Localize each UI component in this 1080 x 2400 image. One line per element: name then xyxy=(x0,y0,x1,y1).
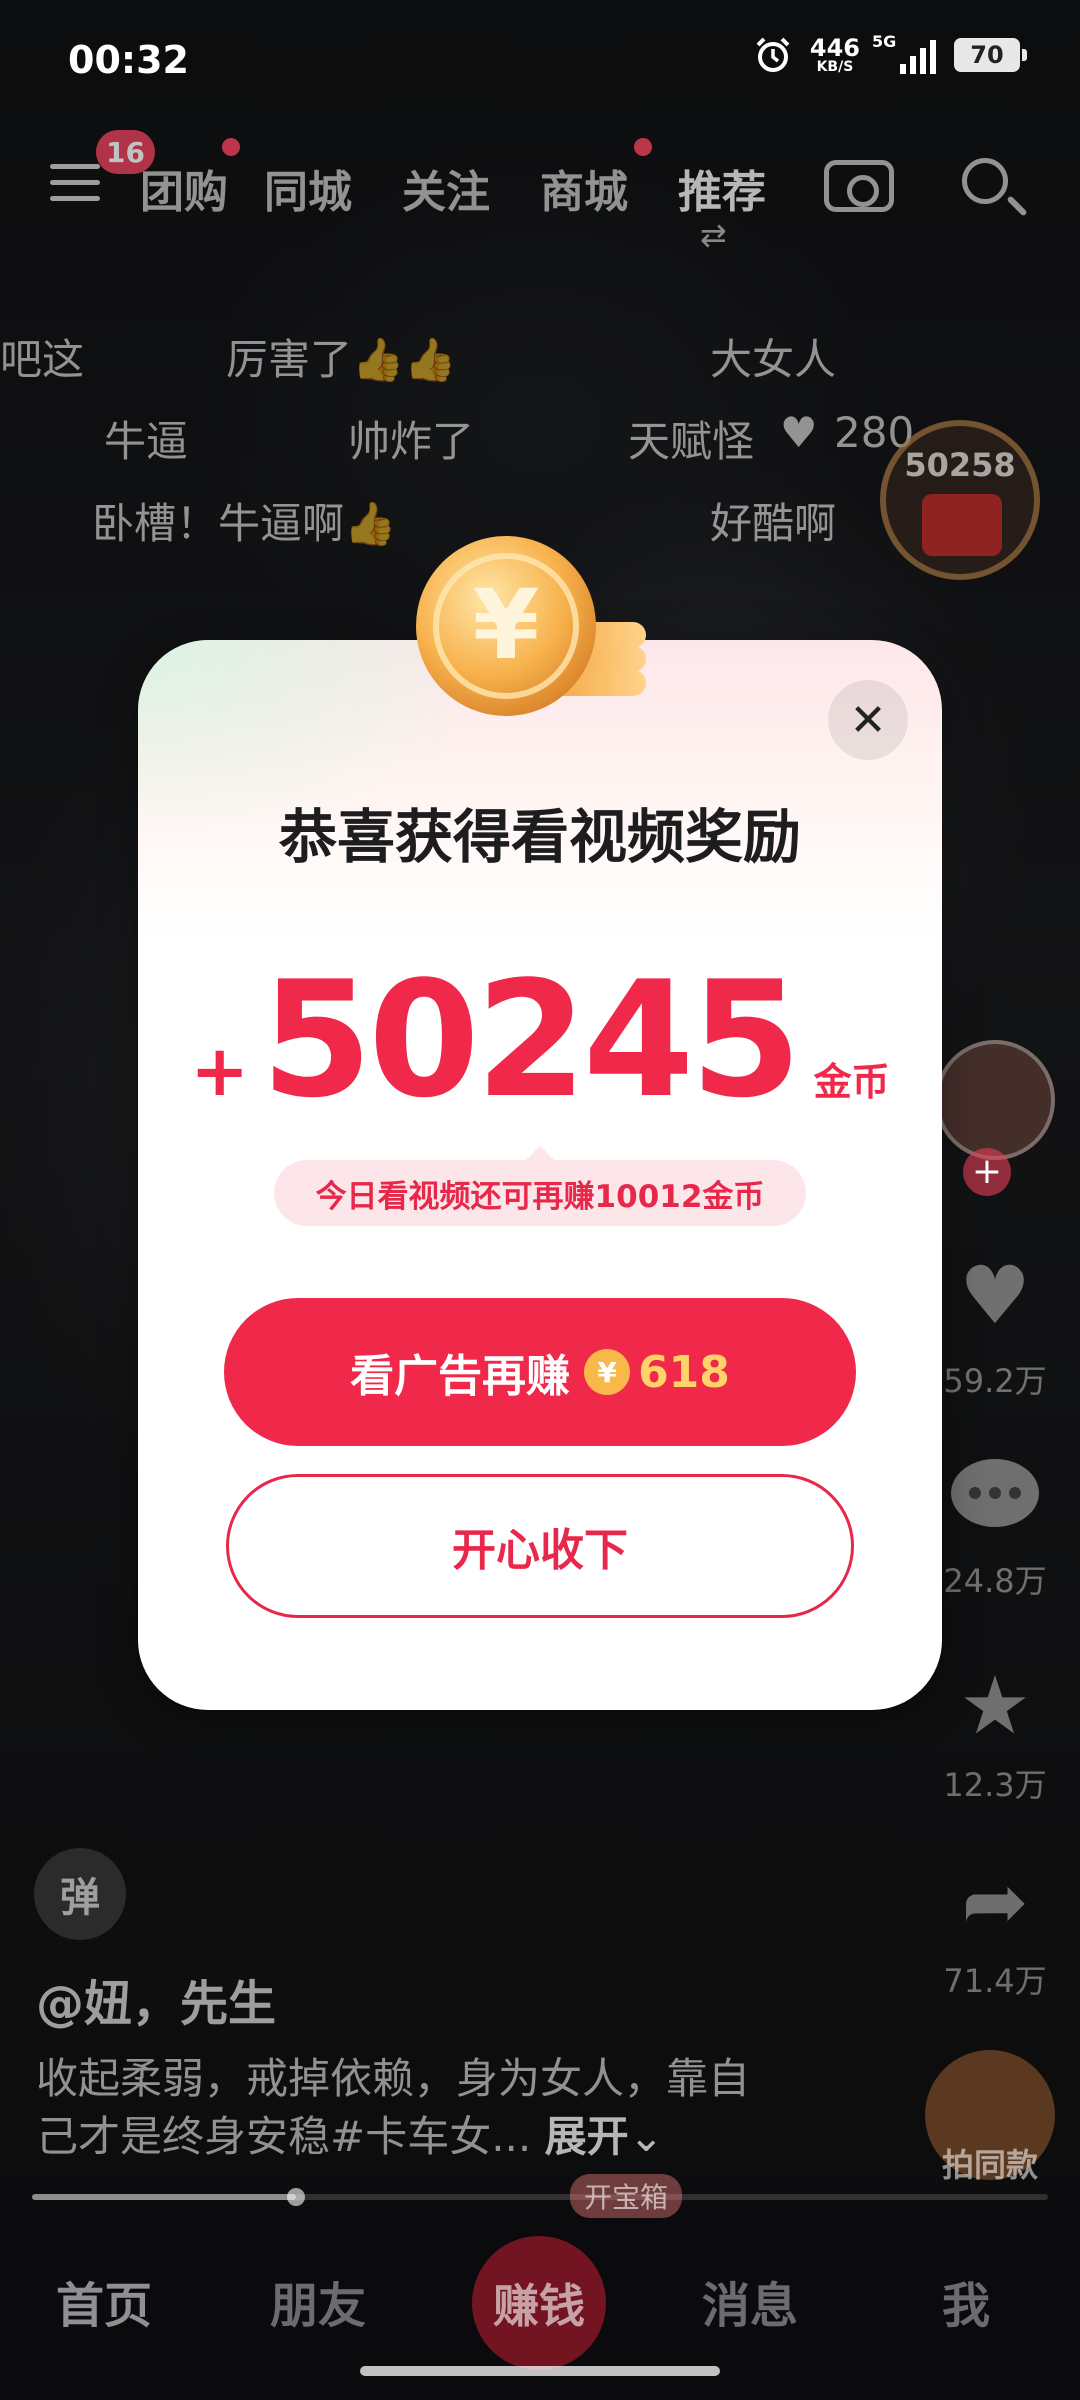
search-icon[interactable] xyxy=(962,158,1008,204)
danmaku-comment: 天赋怪 xyxy=(628,417,755,466)
coin-icon: ¥ xyxy=(584,1349,631,1395)
svg-text:¥: ¥ xyxy=(473,569,540,681)
danmaku-comment: 吧这 xyxy=(0,335,85,384)
dialog-title: 恭喜获得看视频奖励 xyxy=(278,803,801,871)
tab-me[interactable]: 我 xyxy=(942,2266,990,2336)
video-progress-bar[interactable] xyxy=(32,2188,1048,2206)
danmaku-comment: 大女人 xyxy=(710,335,837,384)
author-avatar[interactable] xyxy=(935,1040,1055,1160)
tab-mall[interactable]: 商城 xyxy=(540,156,628,220)
watch-ad-bonus: 618 xyxy=(638,1346,730,1398)
close-button[interactable]: ✕ xyxy=(828,680,908,760)
video-caption: 收起柔弱，戒掉依赖，身为女人，靠自己才是终身安稳#卡车女... 展开⌄ xyxy=(36,2050,776,2166)
tab-local[interactable]: 同城 xyxy=(264,156,352,220)
like-count: 59.2万 xyxy=(943,1362,1047,1400)
danmaku-comment: 厉害了👍👍 xyxy=(226,335,457,384)
menu-icon[interactable] xyxy=(50,164,100,204)
gold-coin-icon: ¥ xyxy=(416,536,646,716)
danmaku-comment: 好酷啊 xyxy=(710,499,837,548)
reward-coin-count: 50258 xyxy=(904,446,1016,484)
top-nav: 16 团购 同城 关注 商城 推荐 ⇄ xyxy=(0,130,1080,254)
network-speed: 446 KB/S xyxy=(810,36,860,74)
daily-tip: 今日看视频还可再赚10012金币 xyxy=(274,1146,806,1226)
chevron-down-icon: ⌄ xyxy=(628,2112,664,2161)
signal-icon: 5G xyxy=(872,32,936,74)
tab-following[interactable]: 关注 xyxy=(402,156,490,220)
network-speed-unit: KB/S xyxy=(816,59,854,75)
danmaku-heart-icon: ♥ xyxy=(780,408,818,457)
signal-label: 5G xyxy=(872,32,897,51)
watch-ad-label: 看广告再赚 xyxy=(350,1351,571,1402)
home-indicator xyxy=(360,2366,720,2376)
close-icon: ✕ xyxy=(849,694,887,746)
reward-amount: + 50245 金币 xyxy=(138,960,942,1120)
alarm-icon xyxy=(756,37,790,72)
watch-ad-button[interactable]: 看广告再赚 ¥ 618 xyxy=(224,1298,856,1446)
tab-group-buy-dot xyxy=(222,138,240,156)
accept-button[interactable]: 开心收下 xyxy=(226,1474,854,1618)
tab-home[interactable]: 首页 xyxy=(56,2266,152,2336)
treasure-tag: 开宝箱 xyxy=(570,2174,683,2218)
danmaku-comment: 帅炸了 xyxy=(348,417,475,466)
earn-button[interactable]: 赚钱 xyxy=(472,2236,606,2370)
battery-indicator: 70 xyxy=(954,38,1027,72)
share-icon[interactable]: ➦ xyxy=(940,1855,1050,1948)
video-progress-fill xyxy=(32,2194,297,2200)
tab-friends[interactable]: 朋友 xyxy=(270,2266,366,2336)
swap-icon: ⇄ xyxy=(700,216,727,254)
reward-coin-widget[interactable]: 50258 xyxy=(880,420,1040,580)
network-speed-value: 446 xyxy=(809,34,860,62)
favorite-icon[interactable]: ★ xyxy=(940,1659,1050,1752)
tab-mall-dot xyxy=(634,138,652,156)
tab-recommend[interactable]: 推荐 xyxy=(678,156,766,220)
amount-unit: 金币 xyxy=(813,1060,890,1104)
camera-icon[interactable] xyxy=(824,160,894,212)
danmaku-toggle-button[interactable]: 弹 xyxy=(34,1848,126,1940)
favorite-count: 12.3万 xyxy=(943,1766,1047,1804)
author-name[interactable]: @妞，先生 xyxy=(36,1964,276,2034)
danmaku-comment: 卧槽！牛逼啊👍 xyxy=(92,499,397,548)
follow-button[interactable]: + xyxy=(963,1148,1011,1196)
tab-group-buy[interactable]: 团购 xyxy=(140,156,228,220)
amount-value: 50245 xyxy=(261,946,802,1133)
like-icon[interactable]: ♥ xyxy=(940,1249,1050,1342)
comment-icon[interactable] xyxy=(940,1450,1050,1540)
danmaku-comment: 牛逼 xyxy=(104,417,189,466)
tab-messages[interactable]: 消息 xyxy=(702,2266,798,2336)
same-style-label[interactable]: 拍同款 xyxy=(910,2140,1070,2186)
reward-dialog: ✕ 恭喜获得看视频奖励 + 50245 金币 今日看视频还可再赚10012金币 … xyxy=(138,640,942,1710)
comment-count: 24.8万 xyxy=(943,1562,1047,1600)
status-bar: 00:32 446 KB/S 5G 70 xyxy=(0,0,1080,120)
share-count: 71.4万 xyxy=(943,1962,1047,2000)
red-envelope-icon xyxy=(922,494,1002,556)
expand-link[interactable]: 展开 xyxy=(545,2112,629,2161)
status-time: 00:32 xyxy=(68,38,189,82)
amount-sign: + xyxy=(190,1030,249,1112)
status-icons: 446 KB/S 5G 70 xyxy=(754,32,1027,74)
